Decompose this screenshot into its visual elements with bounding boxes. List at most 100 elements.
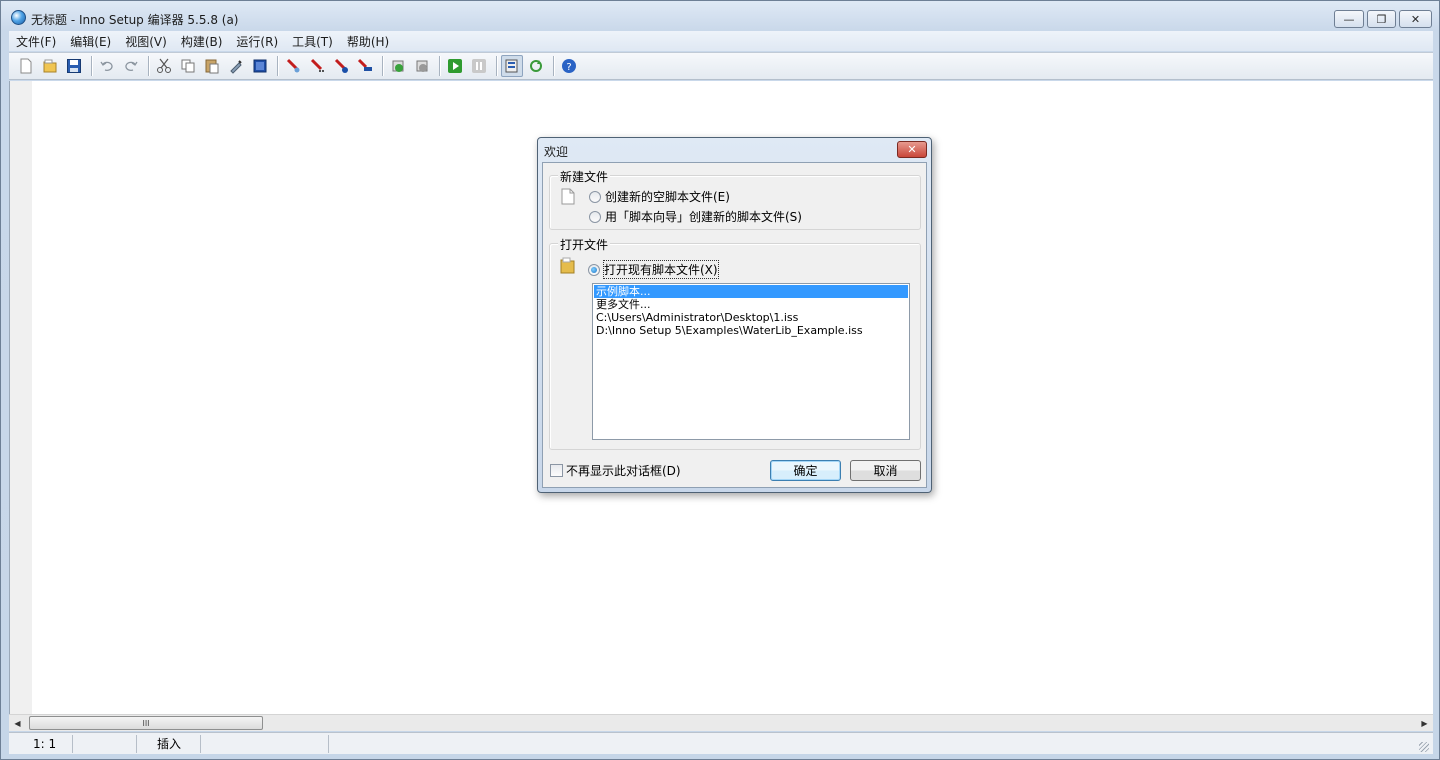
status-cursor-position: 1: 1 [9,734,73,753]
breakpoint-icon [334,58,348,73]
refresh-button[interactable] [525,55,547,77]
window-title: 无标题 - Inno Setup 编译器 5.5.8 (a) [31,13,239,27]
ok-button[interactable]: 确定 [770,460,841,481]
toolbar-separator [148,56,149,76]
target-uninstall-button[interactable] [411,55,433,77]
copy-button[interactable] [177,55,199,77]
target-setup-button[interactable] [387,55,409,77]
compile-icon [286,58,300,73]
toolbar-separator [277,56,278,76]
new-file-button[interactable] [15,55,37,77]
run-button[interactable] [444,55,466,77]
open-file-legend: 打开文件 [558,236,611,253]
pause-button[interactable] [468,55,490,77]
dialog-title: 欢迎 [544,145,569,159]
minimize-button[interactable]: — [1334,10,1364,28]
dialog-close-button[interactable]: ✕ [897,141,927,158]
stop-compile-button[interactable] [306,55,328,77]
close-icon: ✕ [907,143,917,156]
script-wizard-label: 用「脚本向导」创建新的脚本文件(S) [605,210,802,224]
scroll-right-arrow-icon[interactable]: ▶ [1416,715,1433,731]
radio-icon [589,190,601,203]
select-all-icon [253,59,267,73]
menu-tools[interactable]: 工具(T) [285,33,340,50]
menu-bar: 文件(F) 编辑(E) 视图(V) 构建(B) 运行(R) 工具(T) 帮助(H… [9,31,1433,51]
breakpoint-button[interactable] [330,55,352,77]
dialog-body: 新建文件 创建新的空脚本文件(E) 用「脚本向导」创建新的脚本文件(S) 打开文… [542,162,927,488]
status-insert-mode: 插入 [137,734,201,753]
target-uninstall-icon [416,60,428,72]
title-bar[interactable]: 无标题 - Inno Setup 编译器 5.5.8 (a) — ❐ ✕ [1,1,1439,31]
save-icon [67,59,81,73]
checkbox-icon [550,464,563,477]
menu-edit[interactable]: 编辑(E) [63,33,118,50]
compile-button[interactable] [282,55,304,77]
radio-icon [589,210,601,223]
compile-options-icon [505,59,518,73]
menu-file[interactable]: 文件(F) [9,33,63,50]
find-button[interactable] [225,55,247,77]
welcome-dialog: 欢迎 ✕ 新建文件 创建新的空脚本文件(E) 用「脚本向导」创建新的脚本文件(S… [537,137,932,493]
cut-button[interactable] [153,55,175,77]
help-button[interactable]: ? [558,55,580,77]
undo-icon [100,61,113,71]
close-button[interactable]: ✕ [1399,10,1432,28]
radio-checked-icon [588,263,600,276]
list-item[interactable]: C:\Users\Administrator\Desktop\1.iss [594,311,908,324]
compile-options-button[interactable] [501,55,523,77]
list-item[interactable]: 更多文件... [594,298,908,311]
list-item[interactable]: D:\Inno Setup 5\Examples\WaterLib_Exampl… [594,324,908,337]
close-icon: ✕ [1410,12,1421,26]
cut-icon [157,58,171,73]
menu-view[interactable]: 视图(V) [118,33,174,50]
run-icon [448,59,462,73]
toolbar: ? [9,52,1433,80]
paste-button[interactable] [201,55,223,77]
recent-files-list[interactable]: 示例脚本... 更多文件... C:\Users\Administrator\D… [592,283,910,440]
blank-document-icon [561,188,575,205]
pause-icon [472,59,486,73]
cancel-button[interactable]: 取消 [850,460,921,481]
undo-button[interactable] [96,55,118,77]
dont-show-label: 不再显示此对话框(D) [566,464,681,478]
menu-help[interactable]: 帮助(H) [340,33,396,50]
open-existing-script-radio[interactable]: 打开现有脚本文件(X) [588,260,719,279]
open-existing-script-label: 打开现有脚本文件(X) [603,260,719,279]
scroll-left-arrow-icon[interactable]: ◀ [9,715,26,731]
scrollbar-thumb[interactable]: III [29,716,263,730]
horizontal-scrollbar[interactable]: ◀ III ▶ [9,714,1433,731]
open-file-button[interactable] [39,55,61,77]
resize-grip-icon[interactable] [1419,742,1429,752]
redo-button[interactable] [120,55,142,77]
toolbar-separator [382,56,383,76]
create-empty-script-label: 创建新的空脚本文件(E) [605,190,730,204]
find-icon [230,60,242,74]
stop-compile-icon [310,58,324,72]
create-empty-script-radio[interactable]: 创建新的空脚本文件(E) [589,188,730,205]
menu-run[interactable]: 运行(R) [229,33,285,50]
script-wizard-radio[interactable]: 用「脚本向导」创建新的脚本文件(S) [589,208,802,225]
restore-icon: ❐ [1376,12,1387,26]
thumb-grip: III [142,718,150,728]
status-info [201,734,329,753]
help-icon: ? [562,59,576,73]
line-number-gutter [10,81,32,714]
step-icon [357,58,372,71]
menu-build[interactable]: 构建(B) [174,33,230,50]
toolbar-separator [439,56,440,76]
step-button[interactable] [354,55,376,77]
new-file-group: 新建文件 创建新的空脚本文件(E) 用「脚本向导」创建新的脚本文件(S) [549,168,921,230]
maximize-button[interactable]: ❐ [1367,10,1396,28]
toolbar-separator [496,56,497,76]
save-button[interactable] [63,55,85,77]
select-all-button[interactable] [249,55,271,77]
target-setup-icon [392,60,404,72]
redo-icon [125,61,138,71]
list-item[interactable]: 示例脚本... [594,285,908,298]
new-file-icon [20,58,32,74]
inno-setup-app-icon [11,10,26,25]
refresh-icon [530,60,542,72]
dont-show-checkbox[interactable]: 不再显示此对话框(D) [550,462,681,479]
status-bar: 1: 1 插入 [9,732,1433,754]
paste-icon [205,59,219,74]
